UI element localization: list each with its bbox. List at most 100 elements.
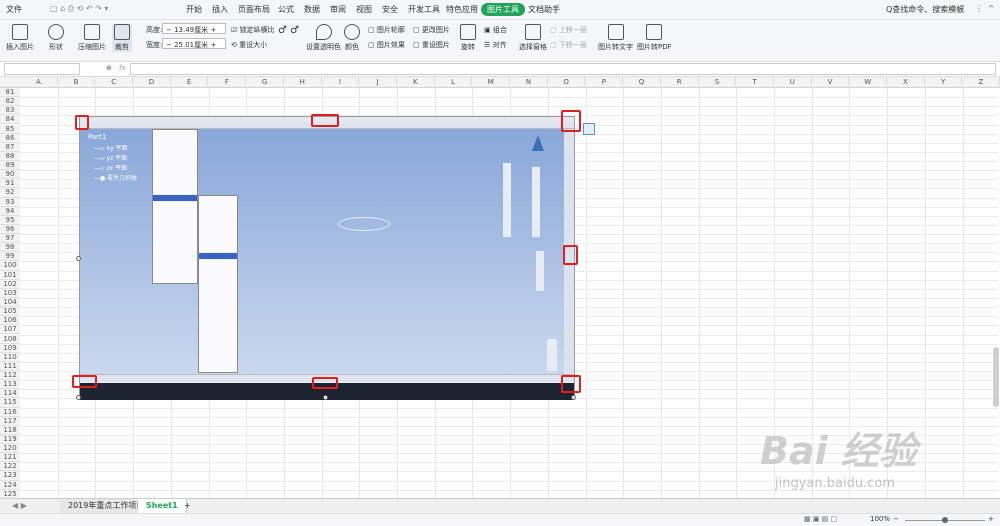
row-header[interactable]: 96	[0, 224, 20, 235]
row-header[interactable]: 120	[0, 444, 20, 454]
row-header[interactable]: 107	[0, 325, 20, 335]
selection-pane-button[interactable]: 选择窗格	[519, 24, 547, 52]
tab-insert[interactable]: 插入	[212, 4, 228, 15]
bring-forward-button[interactable]: ▢ 上移一层	[550, 25, 587, 35]
column-header[interactable]: H	[284, 77, 322, 88]
name-box[interactable]	[4, 63, 80, 75]
tab-special[interactable]: 特色应用	[446, 4, 478, 15]
column-header[interactable]: G	[246, 77, 284, 88]
picture-to-text-button[interactable]: 图片转文字	[598, 24, 633, 52]
row-header[interactable]: 119	[0, 434, 20, 445]
crop-handle-top-left[interactable]	[75, 115, 89, 130]
column-header[interactable]: J	[359, 77, 397, 88]
column-header[interactable]: U	[774, 77, 812, 88]
zoom-in-button[interactable]: +	[988, 515, 994, 523]
column-header[interactable]: T	[736, 77, 774, 88]
column-header[interactable]: Z	[963, 77, 1000, 88]
row-header[interactable]: 123	[0, 471, 20, 481]
row-header[interactable]: 101	[0, 270, 20, 280]
row-header[interactable]: 104	[0, 297, 20, 308]
row-header[interactable]: 100	[0, 261, 20, 271]
row-header[interactable]: 99	[0, 252, 20, 262]
tab-page-layout[interactable]: 页面布局	[238, 4, 270, 15]
tab-formula[interactable]: 公式	[278, 4, 294, 15]
quick-access-icons[interactable]: ▢ ⌂ ⎙ ⟲ ↶ ↷ ▾	[50, 4, 108, 14]
column-header[interactable]: E	[171, 77, 209, 88]
column-header[interactable]: P	[586, 77, 624, 88]
help-icon[interactable]: ?	[960, 4, 964, 13]
picture-outline-button[interactable]: ▢ 图片轮廓	[368, 25, 405, 35]
vertical-scrollbar[interactable]	[993, 347, 999, 407]
row-header[interactable]: 90	[0, 170, 20, 180]
zoom-slider-thumb[interactable]	[942, 517, 948, 523]
tab-doc-helper[interactable]: 文档助手	[528, 4, 560, 15]
reset-picture-button[interactable]: ▢ 重设图片	[413, 40, 450, 50]
shape-button[interactable]: 形状	[48, 24, 64, 52]
row-header[interactable]: 106	[0, 316, 20, 326]
row-header[interactable]: 114	[0, 389, 20, 399]
row-header[interactable]: 115	[0, 398, 20, 408]
zoom-formula-icon[interactable]: ⊕	[106, 64, 112, 72]
column-header[interactable]: D	[133, 77, 171, 88]
column-header[interactable]: R	[661, 77, 699, 88]
send-backward-button[interactable]: ▢ 下移一层	[550, 40, 587, 50]
change-picture-button[interactable]: ▢ 更改图片	[413, 25, 450, 35]
view-mode-icons[interactable]: ▦ ▣ ▤ ▢	[804, 515, 837, 523]
row-header[interactable]: 85	[0, 124, 20, 134]
row-header[interactable]: 89	[0, 161, 20, 171]
align-button[interactable]: ☰ 对齐	[484, 40, 507, 50]
row-header[interactable]: 112	[0, 371, 20, 381]
resize-handle-bottom-right[interactable]	[571, 395, 576, 400]
height-field[interactable]: − 13.49厘米 +	[162, 23, 226, 34]
crop-handle-bottom-right[interactable]	[561, 375, 581, 393]
tab-view[interactable]: 视图	[356, 4, 372, 15]
more-icon[interactable]: ⋮	[975, 4, 983, 13]
row-header[interactable]: 110	[0, 352, 20, 362]
sheet-nav-arrows[interactable]: ◀ ▶	[4, 499, 35, 513]
file-menu[interactable]: 文件	[6, 4, 22, 15]
row-header[interactable]: 91	[0, 179, 20, 189]
row-header[interactable]: 95	[0, 215, 20, 225]
tab-data[interactable]: 数据	[304, 4, 320, 15]
row-header[interactable]: 118	[0, 425, 20, 435]
row-header[interactable]: 117	[0, 416, 20, 426]
compress-button[interactable]: 压缩图片	[78, 24, 106, 52]
tab-developer[interactable]: 开发工具	[408, 4, 440, 15]
column-header[interactable]: A	[20, 77, 58, 88]
width-field[interactable]: − 25.01厘米 +	[162, 38, 226, 49]
crop-handle-top[interactable]	[311, 114, 339, 127]
row-header[interactable]: 84	[0, 115, 20, 125]
zoom-out-button[interactable]: −	[893, 515, 899, 523]
row-header[interactable]: 105	[0, 307, 20, 317]
row-header[interactable]: 103	[0, 288, 20, 298]
collapse-icon[interactable]: ^	[988, 4, 995, 13]
row-header[interactable]: 81	[0, 88, 20, 98]
resize-handle-bottom[interactable]	[323, 395, 328, 400]
row-header[interactable]: 88	[0, 151, 20, 161]
column-header[interactable]: O	[548, 77, 586, 88]
crop-button[interactable]: 裁剪	[112, 24, 132, 52]
column-header[interactable]: X	[887, 77, 925, 88]
column-header[interactable]: B	[58, 77, 96, 88]
column-header[interactable]: Q	[623, 77, 661, 88]
row-header[interactable]: 82	[0, 97, 20, 107]
picture-to-pdf-button[interactable]: 图片转PDF	[637, 24, 672, 52]
reset-size-button[interactable]: ⟲ 重设大小	[231, 40, 267, 50]
row-header[interactable]: 121	[0, 453, 20, 463]
lock-ratio-checkbox[interactable]: ☑ 锁定纵横比	[231, 25, 275, 35]
tab-picture-tools[interactable]: 图片工具	[481, 3, 525, 16]
row-header[interactable]: 86	[0, 133, 20, 143]
crop-handle-bottom-left[interactable]	[72, 375, 97, 388]
layout-options-icon[interactable]	[583, 123, 595, 135]
fx-label[interactable]: fx	[119, 64, 126, 72]
crop-handle-top-right[interactable]	[561, 110, 581, 132]
row-header[interactable]: 87	[0, 142, 20, 152]
search-command[interactable]: Q查找命令、搜索模板	[886, 4, 964, 15]
row-header[interactable]: 116	[0, 407, 20, 417]
row-header[interactable]: 109	[0, 343, 20, 353]
row-header[interactable]: 125	[0, 489, 20, 498]
row-header[interactable]: 113	[0, 380, 20, 390]
column-header[interactable]: F	[209, 77, 247, 88]
row-header[interactable]: 111	[0, 361, 20, 371]
column-header[interactable]: N	[510, 77, 548, 88]
